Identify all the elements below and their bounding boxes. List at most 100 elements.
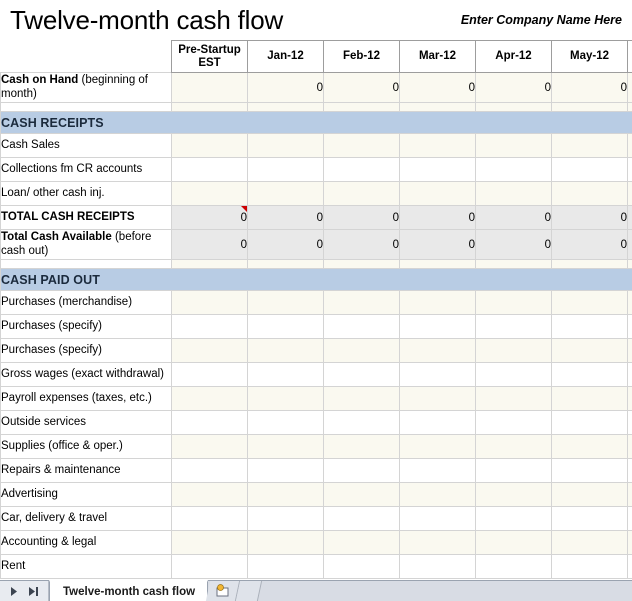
table-cell[interactable] (628, 507, 632, 531)
table-cell[interactable] (248, 363, 324, 387)
table-cell[interactable] (400, 555, 476, 579)
table-cell[interactable] (476, 483, 552, 507)
table-cell[interactable] (324, 134, 400, 158)
table-cell[interactable] (172, 531, 248, 555)
table-cell[interactable] (628, 555, 632, 579)
table-cell[interactable] (324, 315, 400, 339)
table-cell[interactable] (324, 507, 400, 531)
table-cell[interactable] (324, 387, 400, 411)
table-cell[interactable] (628, 459, 632, 483)
table-cell[interactable]: 0 (324, 73, 400, 103)
table-cell[interactable] (476, 435, 552, 459)
table-cell[interactable] (172, 363, 248, 387)
table-cell[interactable] (248, 411, 324, 435)
table-cell[interactable] (400, 435, 476, 459)
table-cell[interactable] (552, 182, 628, 206)
table-cell[interactable] (400, 531, 476, 555)
table-cell[interactable] (172, 555, 248, 579)
row-label-cell[interactable]: Advertising (1, 483, 172, 507)
table-cell[interactable] (324, 483, 400, 507)
table-cell[interactable] (628, 387, 632, 411)
row-label-cell[interactable]: Cash Sales (1, 134, 172, 158)
table-cell[interactable] (628, 291, 632, 315)
table-cell[interactable] (400, 339, 476, 363)
table-cell[interactable] (628, 363, 632, 387)
table-cell[interactable] (248, 459, 324, 483)
table-cell[interactable] (400, 291, 476, 315)
table-cell[interactable] (552, 158, 628, 182)
table-cell[interactable] (324, 363, 400, 387)
table-cell[interactable] (476, 411, 552, 435)
column-header-feb12[interactable]: Feb-12 (324, 41, 400, 73)
table-cell[interactable] (172, 158, 248, 182)
column-header-jan12[interactable]: Jan-12 (248, 41, 324, 73)
table-cell[interactable] (400, 411, 476, 435)
table-cell[interactable] (628, 531, 632, 555)
table-cell[interactable] (248, 158, 324, 182)
table-cell[interactable] (324, 555, 400, 579)
table-cell[interactable] (476, 531, 552, 555)
table-cell[interactable] (628, 339, 632, 363)
table-cell[interactable] (172, 182, 248, 206)
table-cell[interactable] (552, 555, 628, 579)
table-cell[interactable]: 0 (248, 206, 324, 230)
table-cell[interactable]: 0 (400, 206, 476, 230)
table-cell[interactable] (476, 507, 552, 531)
table-cell[interactable] (172, 73, 248, 103)
table-cell[interactable] (628, 315, 632, 339)
table-cell[interactable] (628, 158, 632, 182)
table-cell[interactable] (400, 158, 476, 182)
company-name-placeholder[interactable]: Enter Company Name Here (461, 13, 626, 27)
table-cell[interactable] (552, 291, 628, 315)
row-label-cell[interactable]: Purchases (specify) (1, 339, 172, 363)
table-cell[interactable] (324, 158, 400, 182)
table-cell[interactable] (248, 134, 324, 158)
table-cell[interactable]: 0 (324, 206, 400, 230)
table-cell[interactable] (324, 435, 400, 459)
table-cell[interactable] (400, 507, 476, 531)
table-cell[interactable]: 0 (476, 206, 552, 230)
row-label-cell[interactable]: Supplies (office & oper.) (1, 435, 172, 459)
table-cell[interactable] (172, 134, 248, 158)
table-cell[interactable] (476, 339, 552, 363)
table-cell[interactable] (552, 387, 628, 411)
table-cell[interactable] (400, 363, 476, 387)
table-cell[interactable]: 0 (400, 73, 476, 103)
table-cell[interactable]: 0 (552, 73, 628, 103)
table-cell[interactable] (400, 134, 476, 158)
table-cell[interactable] (324, 531, 400, 555)
row-label-cell[interactable]: Car, delivery & travel (1, 507, 172, 531)
table-cell[interactable] (476, 134, 552, 158)
play-right-icon[interactable] (8, 586, 19, 597)
row-label-cell[interactable]: Total Cash Available (before cash out) (1, 230, 172, 260)
row-label-cell[interactable]: Cash on Hand (beginning of month) (1, 73, 172, 103)
table-cell[interactable] (400, 483, 476, 507)
table-cell[interactable] (324, 411, 400, 435)
table-cell[interactable]: 0 (248, 73, 324, 103)
table-cell[interactable]: 0 (476, 73, 552, 103)
row-label-cell[interactable]: Gross wages (exact withdrawal) (1, 363, 172, 387)
table-cell[interactable] (552, 315, 628, 339)
table-cell[interactable] (552, 459, 628, 483)
table-cell[interactable] (552, 363, 628, 387)
table-cell[interactable] (172, 387, 248, 411)
table-cell[interactable] (248, 315, 324, 339)
skip-last-icon[interactable] (28, 586, 39, 597)
table-cell[interactable]: 0 (172, 230, 248, 260)
table-cell[interactable] (552, 411, 628, 435)
row-label-cell[interactable]: Loan/ other cash inj. (1, 182, 172, 206)
table-cell[interactable]: 0 (552, 230, 628, 260)
table-cell[interactable] (324, 291, 400, 315)
table-cell[interactable] (172, 435, 248, 459)
table-cell[interactable] (172, 339, 248, 363)
row-label-cell[interactable]: Accounting & legal (1, 531, 172, 555)
table-cell[interactable] (248, 555, 324, 579)
table-cell[interactable] (552, 339, 628, 363)
row-label-cell[interactable]: Outside services (1, 411, 172, 435)
table-cell[interactable] (172, 315, 248, 339)
row-label-cell[interactable]: Payroll expenses (taxes, etc.) (1, 387, 172, 411)
table-cell[interactable] (400, 387, 476, 411)
table-cell[interactable] (476, 315, 552, 339)
column-header-may12[interactable]: May-12 (552, 41, 628, 73)
table-cell[interactable] (552, 531, 628, 555)
